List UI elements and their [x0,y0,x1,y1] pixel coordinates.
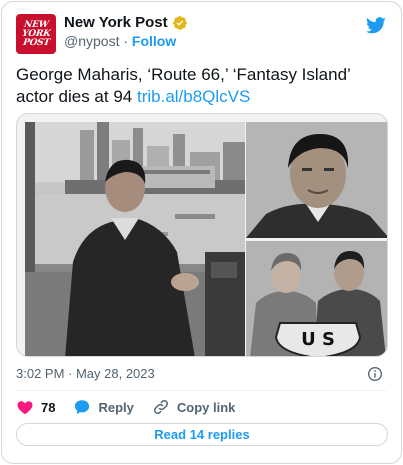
like-button[interactable]: 78 [16,398,55,416]
link-icon [153,399,168,415]
likes-count: 78 [41,399,56,415]
follow-button[interactable]: Follow [132,33,176,49]
handle-row: @nypost · Follow [64,33,176,49]
heart-icon [17,401,33,415]
portrait-photo-art [246,122,387,238]
display-name[interactable]: New York Post [64,14,168,31]
tweet-card: NEW YORK POST New York Post @nypost · Fo… [1,1,402,464]
author-name-row: New York Post [64,14,188,31]
copy-link-button[interactable]: Copy link [152,398,236,416]
media-container[interactable]: U S [16,113,388,357]
verified-badge-icon [172,15,187,30]
copy-link-label: Copy link [176,399,236,415]
handle[interactable]: @nypost [64,33,119,49]
main-photo[interactable] [25,122,245,356]
tweet-timestamp[interactable]: 3:02 PM · May 28, 2023 [16,366,155,381]
reply-bubble-icon [75,400,90,415]
action-bar: 78 Reply Copy link [16,398,253,416]
main-photo-art [25,122,245,356]
read-replies-button[interactable]: Read 14 replies [16,423,388,446]
reply-label: Reply [98,399,134,415]
duo-photo[interactable]: U S [246,241,387,356]
nypost-avatar[interactable]: NEW YORK POST [16,14,56,54]
us-shield-text: U S [301,329,335,350]
portrait-photo[interactable] [246,122,387,238]
avatar-line: POST [22,37,51,48]
separator: · [123,33,129,49]
tweet-text: George Maharis, ‘Route 66,’ ‘Fantasy Isl… [16,64,386,108]
reply-button[interactable]: Reply [73,398,134,416]
tweet-link[interactable]: trib.al/b8QlcVS [137,87,250,106]
info-icon[interactable] [367,366,383,382]
twitter-bird-icon[interactable] [365,15,387,35]
footer-divider [16,390,387,391]
